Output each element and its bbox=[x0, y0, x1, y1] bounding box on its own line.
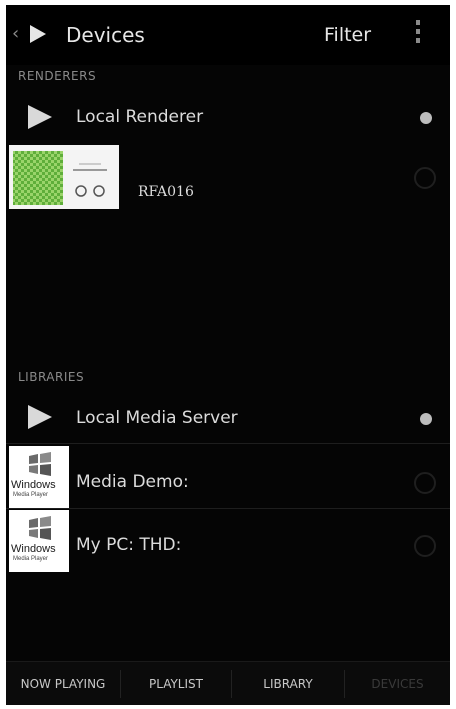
wmp-sub-text: Media Player bbox=[13, 492, 49, 498]
tab-now-playing[interactable]: NOW PLAYING bbox=[6, 662, 120, 705]
list-item-media-demo[interactable]: Windows Media Player Media Demo: bbox=[6, 446, 450, 508]
wmp-brand-text: Windows bbox=[11, 479, 56, 491]
tab-library[interactable]: LIBRARY bbox=[232, 662, 344, 705]
library-label: My PC: THD: bbox=[76, 535, 182, 555]
wmp-sub-text: Media Player bbox=[13, 556, 49, 562]
library-label: Local Media Server bbox=[76, 408, 238, 428]
renderer-label: Local Renderer bbox=[76, 107, 204, 127]
list-item-my-pc[interactable]: Windows Media Player My PC: THD: bbox=[6, 510, 450, 572]
play-icon bbox=[28, 405, 52, 429]
filter-button[interactable]: Filter bbox=[324, 23, 371, 47]
play-icon bbox=[28, 105, 52, 129]
renderers-section-header: RENDERERS bbox=[18, 69, 97, 83]
unselected-radio-indicator[interactable] bbox=[414, 535, 436, 557]
selected-radio-indicator[interactable] bbox=[420, 112, 432, 124]
renderer-label: RFA016 bbox=[138, 184, 194, 200]
play-app-icon[interactable] bbox=[28, 23, 48, 45]
overflow-menu-icon[interactable] bbox=[412, 20, 424, 52]
selected-radio-indicator[interactable] bbox=[420, 413, 432, 425]
list-item-local-renderer[interactable]: Local Renderer bbox=[6, 93, 450, 141]
wmp-brand-text: Windows bbox=[11, 543, 56, 555]
device-thumbnail bbox=[9, 145, 119, 209]
library-label: Media Demo: bbox=[76, 472, 189, 492]
divider bbox=[6, 508, 450, 509]
windows-media-player-logo: Windows Media Player bbox=[9, 446, 69, 508]
bottom-tab-bar: NOW PLAYING PLAYLIST LIBRARY DEVICES bbox=[6, 661, 450, 705]
list-item-rfa016[interactable]: RFA016 bbox=[6, 145, 450, 211]
tab-devices[interactable]: DEVICES bbox=[345, 662, 450, 705]
divider bbox=[6, 443, 450, 444]
devices-screen: ‹ Devices Filter RENDERERS Local Rendere… bbox=[6, 5, 450, 705]
action-bar: ‹ Devices Filter bbox=[6, 5, 450, 65]
windows-media-player-logo: Windows Media Player bbox=[9, 510, 69, 572]
unselected-radio-indicator[interactable] bbox=[414, 472, 436, 494]
unselected-radio-indicator[interactable] bbox=[414, 167, 436, 189]
chevron-left-icon[interactable]: ‹ bbox=[12, 25, 19, 43]
tab-playlist[interactable]: PLAYLIST bbox=[121, 662, 231, 705]
libraries-section-header: LIBRARIES bbox=[18, 370, 85, 384]
list-item-local-media-server[interactable]: Local Media Server bbox=[6, 393, 450, 443]
page-title: Devices bbox=[66, 23, 145, 47]
